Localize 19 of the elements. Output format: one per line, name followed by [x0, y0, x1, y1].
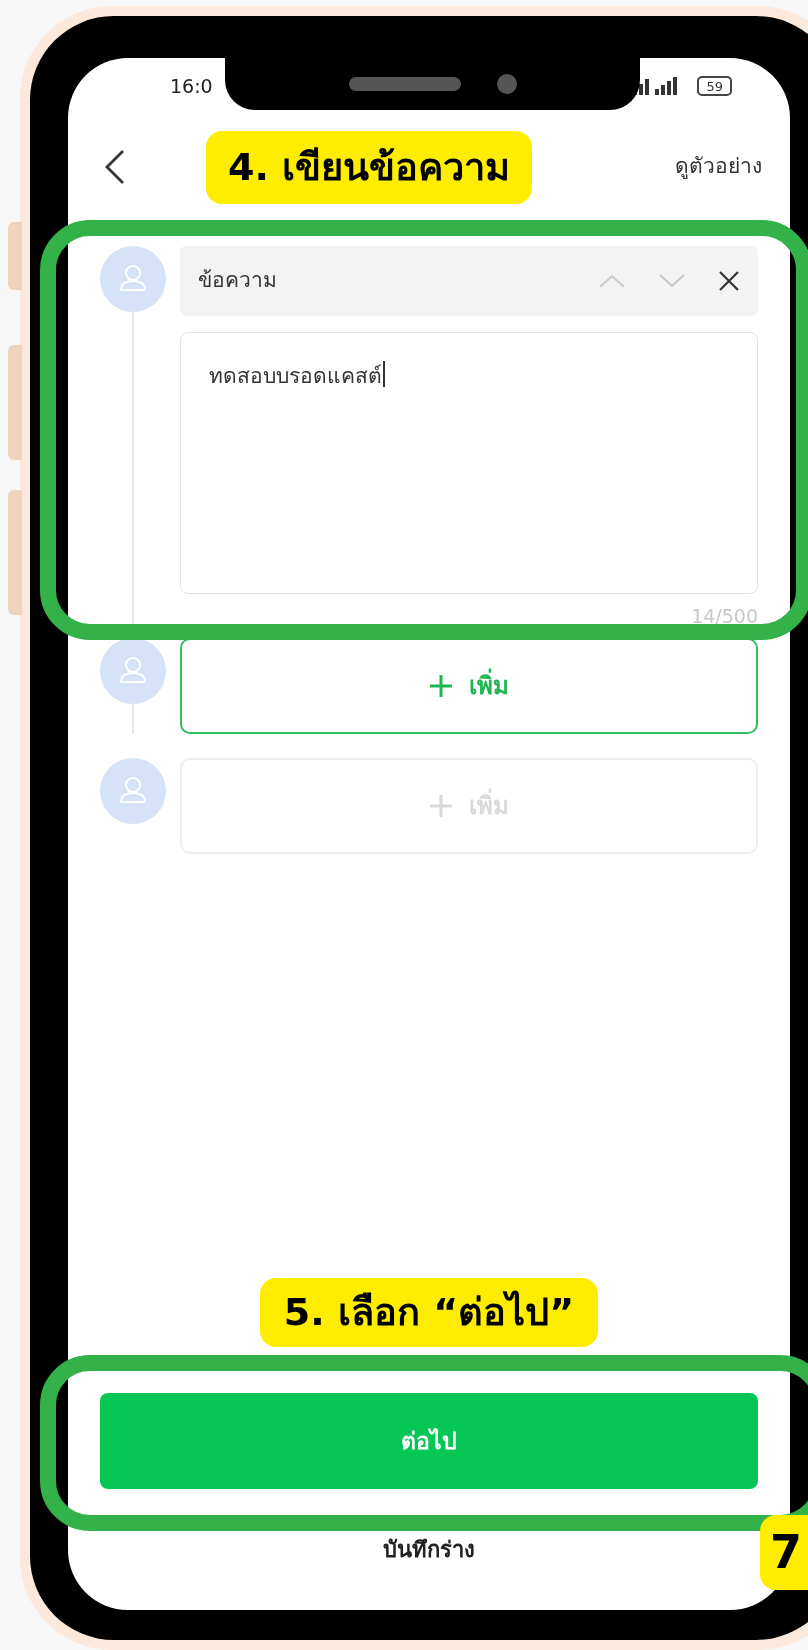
text-cursor: [383, 361, 385, 387]
camera-drawing: [496, 74, 517, 94]
message-input-field[interactable]: ทดสอบบรอดแคสต์: [180, 332, 758, 594]
page-badge: 7: [760, 1515, 808, 1590]
message-title: ข้อความ: [198, 267, 278, 295]
close-icon[interactable]: [718, 270, 740, 292]
save-draft-link[interactable]: บันทึกร่าง: [383, 1533, 475, 1566]
plus-icon: [429, 794, 453, 818]
status-time: 16:0: [170, 73, 213, 99]
message-text: ทดสอบบรอดแคสต์: [209, 363, 382, 390]
preview-link[interactable]: ดูตัวอย่าง: [675, 151, 762, 183]
step-label: 5. เลือก “ต่อไป”: [259, 1278, 599, 1347]
avatar-icon: [100, 246, 166, 312]
plus-icon: [429, 674, 453, 698]
battery-indicator: 59: [697, 76, 732, 96]
avatar-icon: [100, 638, 166, 704]
step-label: 4. เขียนข้อความ: [206, 130, 533, 204]
back-icon[interactable]: [104, 149, 126, 185]
avatar-icon: [100, 758, 166, 824]
